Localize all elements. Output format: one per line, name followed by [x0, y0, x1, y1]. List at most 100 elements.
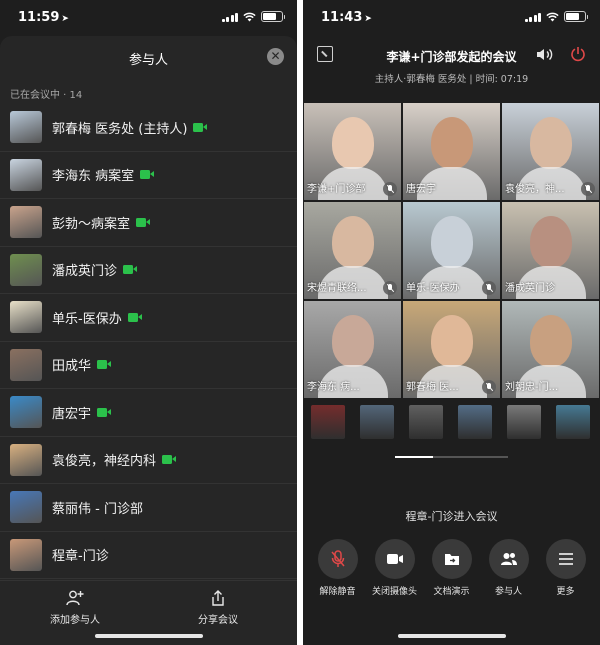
- video-on-icon: [123, 265, 138, 275]
- tile-label: 郭春梅 医...: [406, 382, 459, 393]
- avatar: [10, 206, 42, 239]
- control-label: 文档演示: [433, 587, 470, 597]
- participant-video: [530, 315, 572, 367]
- avatar: [10, 111, 42, 144]
- mic-muted-icon: [383, 281, 397, 295]
- video-thumbnail-strip[interactable]: [304, 401, 600, 445]
- video-thumbnail[interactable]: [409, 405, 443, 439]
- mic-muted-icon: [581, 182, 595, 196]
- participant-row[interactable]: 潘成英门诊: [0, 247, 297, 294]
- control-label: 解除静音: [319, 587, 356, 597]
- power-icon[interactable]: [570, 46, 586, 62]
- page-indicator: [395, 456, 508, 458]
- video-on-icon: [127, 312, 142, 322]
- close-button[interactable]: ✕: [267, 48, 284, 65]
- participant-row[interactable]: 程章-门诊: [0, 532, 297, 579]
- participant-video: [530, 216, 572, 268]
- tile-label: 刘朝忠-门...: [505, 382, 559, 393]
- video-tile[interactable]: 宋煜青联络...: [304, 202, 401, 299]
- participant-video: [332, 117, 374, 169]
- share-meeting-button[interactable]: 分享会议: [168, 589, 268, 626]
- participant-name: 唐宏宇: [52, 406, 92, 422]
- tile-label: 唐宏宇: [406, 184, 436, 195]
- video-on-icon: [193, 122, 208, 132]
- add-participant-label: 添加参与人: [50, 615, 100, 626]
- share-icon: [212, 590, 224, 606]
- video-thumbnail[interactable]: [311, 405, 345, 439]
- video-tile[interactable]: 潘成英门诊: [502, 202, 599, 299]
- more-icon: [545, 539, 586, 579]
- participant-row[interactable]: 单乐-医保办: [0, 294, 297, 342]
- tile-label: 李海东 病...: [307, 382, 360, 393]
- participant-name: 潘成英门诊: [52, 264, 118, 280]
- participant-row[interactable]: 唐宏宇: [0, 389, 297, 437]
- join-notice: 程章-门诊进入会议: [405, 510, 498, 523]
- wifi-icon: [546, 12, 559, 21]
- mic-muted-icon: [383, 182, 397, 196]
- video-grid: 李谦+门诊部 唐宏宇 袁俊亮，神... 宋煜青联络... 单乐-医保办 潘成英门诊李海东 …: [304, 103, 599, 398]
- video-thumbnail[interactable]: [458, 405, 492, 439]
- video-tile[interactable]: 李海东 病...: [304, 301, 401, 398]
- participant-name: 蔡丽伟 - 门诊部: [52, 501, 143, 517]
- status-time: 11:43 ➤: [321, 10, 372, 25]
- avatar: [10, 253, 42, 286]
- participant-name: 田成华: [52, 359, 92, 375]
- participant-row[interactable]: 彭勃～病案室: [0, 199, 297, 247]
- participant-name: 袁俊亮，神经内科: [52, 454, 157, 470]
- video-on-icon: [162, 455, 177, 465]
- status-bar: 11:59 ➤: [0, 0, 297, 36]
- video-tile[interactable]: 刘朝忠-门...: [502, 301, 599, 398]
- speaker-icon[interactable]: [536, 48, 554, 61]
- participants-toolbar: 添加参与人 分享会议: [0, 580, 297, 645]
- control-label: 关闭摄像头: [371, 587, 417, 597]
- meeting-controls: 解除静音 关闭摄像头 文档演示 参与人 更多: [303, 539, 600, 597]
- mic-off-icon: [317, 539, 358, 579]
- camera-button[interactable]: 关闭摄像头: [368, 539, 422, 597]
- participant-list: 郭春梅 医务处 (主持人) 李海东 病案室 彭勃～病案室潘成英门诊单乐-医保办田成华…: [0, 104, 297, 579]
- participant-row[interactable]: 袁俊亮，神经内科: [0, 437, 297, 484]
- video-tile[interactable]: 郭春梅 医...: [403, 301, 500, 398]
- participants-button[interactable]: 参与人: [482, 539, 536, 597]
- video-tile[interactable]: 袁俊亮，神...: [502, 103, 599, 200]
- status-time: 11:59 ➤: [18, 10, 69, 25]
- participant-video: [431, 117, 473, 169]
- tile-label: 潘成英门诊: [505, 283, 555, 294]
- participant-row[interactable]: 田成华: [0, 342, 297, 389]
- home-indicator: [94, 634, 203, 638]
- avatar: [10, 301, 42, 334]
- avatar: [10, 538, 42, 571]
- participant-row[interactable]: 郭春梅 医务处 (主持人): [0, 104, 297, 152]
- video-on-icon: [97, 407, 112, 417]
- video-thumbnail[interactable]: [507, 405, 541, 439]
- avatar: [10, 396, 42, 429]
- share-screen-button[interactable]: 文档演示: [425, 539, 479, 597]
- video-thumbnail[interactable]: [556, 405, 590, 439]
- status-bar: 11:43 ➤: [303, 0, 600, 36]
- signal-icon: [524, 12, 541, 22]
- participant-row[interactable]: 蔡丽伟 - 门诊部: [0, 484, 297, 532]
- meeting-title: 李谦+门诊部发起的会议: [386, 50, 517, 64]
- participants-sheet: 参与人 ✕ 已在会议中 · 14 郭春梅 医务处 (主持人) 李海东 病案室 彭勃～…: [0, 36, 297, 645]
- participant-video: [332, 315, 374, 367]
- more-button[interactable]: 更多: [539, 539, 593, 597]
- camera-icon: [374, 539, 415, 579]
- tile-label: 宋煜青联络...: [307, 283, 367, 294]
- video-tile[interactable]: 唐宏宇: [403, 103, 500, 200]
- participant-video: [530, 117, 572, 169]
- meeting-screen: 11:43 ➤ 李谦+门诊部发起的会议 主持人·郭春梅 医务处 | 时间: 07:…: [303, 0, 600, 645]
- video-thumbnail[interactable]: [360, 405, 394, 439]
- avatar: [10, 491, 42, 524]
- mic-muted-icon: [482, 281, 496, 295]
- video-tile[interactable]: 李谦+门诊部: [304, 103, 401, 200]
- mic-off-button[interactable]: 解除静音: [311, 539, 365, 597]
- close-icon: ✕: [270, 49, 281, 63]
- add-participant-button[interactable]: 添加参与人: [25, 589, 125, 626]
- share-meeting-label: 分享会议: [198, 615, 238, 626]
- participant-name: 郭春梅 医务处 (主持人): [52, 121, 188, 137]
- control-label: 更多: [556, 587, 575, 597]
- participant-row[interactable]: 李海东 病案室: [0, 152, 297, 199]
- control-label: 参与人: [494, 587, 522, 597]
- battery-icon: [564, 11, 588, 22]
- tile-label: 单乐-医保办: [406, 283, 460, 294]
- video-tile[interactable]: 单乐-医保办: [403, 202, 500, 299]
